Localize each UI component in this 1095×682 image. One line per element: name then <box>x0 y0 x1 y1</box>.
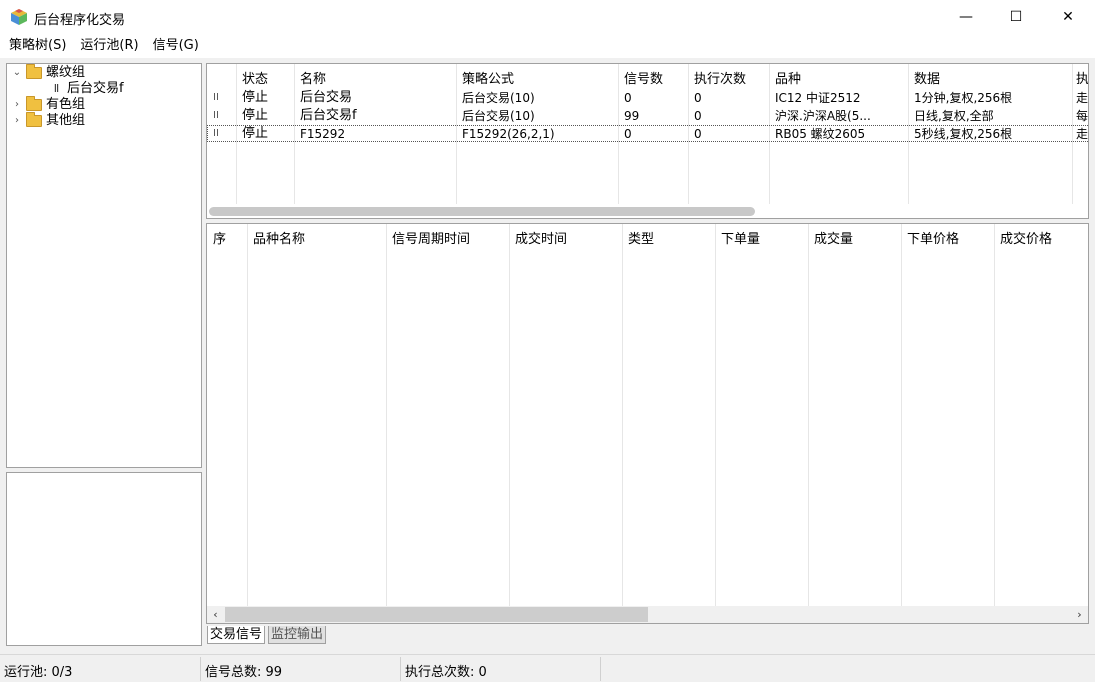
col-header-symbol[interactable]: 品种 <box>775 68 801 87</box>
col-header-fill-time[interactable]: 成交时间 <box>515 228 567 247</box>
cell-status: 停止 <box>242 126 269 141</box>
cell-symbol: IC12 中证2512 <box>775 91 861 105</box>
col-header-type[interactable]: 类型 <box>628 228 654 247</box>
menu-strategy-tree[interactable]: 策略树(S) <box>2 34 73 58</box>
grid-divider <box>715 224 716 606</box>
scrollbar-thumb[interactable] <box>225 607 648 622</box>
cell-signals: 0 <box>624 91 632 105</box>
tree-group-label: 有色组 <box>46 97 86 112</box>
app-icon <box>11 9 27 25</box>
grid-divider <box>386 224 387 606</box>
cell-name: 后台交易f <box>300 108 357 123</box>
cell-data: 5秒线,复权,256根 <box>914 127 1013 141</box>
strategy-tree[interactable]: ⌄ 螺纹组 II 后台交易f › 有色组 › 其他组 <box>6 63 202 468</box>
status-divider <box>400 657 401 681</box>
col-header-symbol-name[interactable]: 品种名称 <box>253 228 305 247</box>
status-run-pool: 运行池: 0/3 <box>4 665 73 680</box>
cell-formula: 后台交易(10) <box>462 109 535 123</box>
pause-icon[interactable]: II <box>213 126 219 142</box>
tab-monitor-output[interactable]: 监控输出 <box>268 626 327 644</box>
grid-divider <box>994 224 995 606</box>
col-header-name[interactable]: 名称 <box>300 68 326 87</box>
tree-group-label: 螺纹组 <box>46 65 86 80</box>
col-header-signal-time[interactable]: 信号周期时间 <box>392 228 470 247</box>
close-button[interactable]: ✕ <box>1045 0 1091 34</box>
grid-divider <box>509 224 510 606</box>
cell-runs: 0 <box>694 127 702 141</box>
folder-icon <box>26 112 42 127</box>
tree-item-strategy[interactable]: II 后台交易f <box>49 81 124 97</box>
tree-item-label: 后台交易f <box>67 81 124 96</box>
folder-icon <box>26 64 42 79</box>
maximize-button[interactable]: ☐ <box>993 0 1039 34</box>
pause-icon[interactable]: II <box>213 108 219 124</box>
cell-exec: 走 <box>1076 127 1089 141</box>
menu-run-pool[interactable]: 运行池(R) <box>73 34 145 58</box>
menu-bar: 策略树(S) 运行池(R) 信号(G) <box>0 34 1095 58</box>
window-title: 后台程序化交易 <box>34 13 126 28</box>
cell-formula: F15292(26,2,1) <box>462 127 555 141</box>
tree-group-label: 其他组 <box>46 113 86 128</box>
scroll-right-icon[interactable]: › <box>1071 606 1088 623</box>
tab-trade-signals[interactable]: 交易信号 <box>207 626 266 644</box>
cell-runs: 0 <box>694 91 702 105</box>
tree-group-rebar[interactable]: ⌄ 螺纹组 <box>11 64 86 81</box>
cell-signals: 99 <box>624 109 640 123</box>
collapse-arrow-icon[interactable]: › <box>11 97 23 113</box>
col-header-order-price[interactable]: 下单价格 <box>907 228 959 247</box>
pause-icon: II <box>53 82 60 95</box>
grid-divider <box>901 224 902 606</box>
grid-divider <box>808 224 809 606</box>
grid-divider <box>247 224 248 606</box>
col-header-runs[interactable]: 执行次数 <box>694 68 746 87</box>
cell-exec: 走 <box>1076 91 1089 105</box>
tree-group-nonferrous[interactable]: › 有色组 <box>11 96 86 113</box>
strategy-grid[interactable]: 状态 名称 策略公式 信号数 执行次数 品种 数据 执 II 停止 后台交易 后… <box>206 63 1089 219</box>
col-header-data[interactable]: 数据 <box>914 68 940 87</box>
cell-symbol: 沪深.沪深A股(5... <box>775 109 871 123</box>
pause-icon[interactable]: II <box>213 90 219 106</box>
title-bar: 后台程序化交易 — ☐ ✕ <box>0 0 1095 34</box>
expand-arrow-icon[interactable]: ⌄ <box>11 65 23 81</box>
scroll-left-icon[interactable]: ‹ <box>207 606 224 623</box>
minimize-button[interactable]: — <box>943 0 989 34</box>
cell-data: 日线,复权,全部 <box>914 109 994 123</box>
col-header-fill-qty[interactable]: 成交量 <box>814 228 853 247</box>
menu-signal[interactable]: 信号(G) <box>146 34 206 58</box>
cell-data: 1分钟,复权,256根 <box>914 91 1013 105</box>
cell-name: 后台交易 <box>300 90 353 105</box>
detail-pane <box>6 472 202 646</box>
trade-signal-grid[interactable]: 序 品种名称 信号周期时间 成交时间 类型 下单量 成交量 下单价格 成交价格 … <box>206 223 1089 624</box>
horizontal-scrollbar[interactable] <box>209 207 755 216</box>
col-header-status[interactable]: 状态 <box>242 68 268 87</box>
cell-runs: 0 <box>694 109 702 123</box>
cell-formula: 后台交易(10) <box>462 91 535 105</box>
grid-divider <box>622 224 623 606</box>
cell-name: F15292 <box>300 127 346 141</box>
cell-signals: 0 <box>624 127 632 141</box>
col-header-formula[interactable]: 策略公式 <box>462 68 514 87</box>
col-header-exec[interactable]: 执 <box>1076 68 1088 87</box>
folder-icon <box>26 96 42 111</box>
status-signal-total: 信号总数: 99 <box>205 665 283 680</box>
tree-group-other[interactable]: › 其他组 <box>11 112 86 129</box>
status-run-total: 执行总次数: 0 <box>405 665 487 680</box>
col-header-index[interactable]: 序 <box>213 228 226 247</box>
cell-symbol: RB05 螺纹2605 <box>775 127 866 141</box>
status-divider <box>600 657 601 681</box>
status-divider <box>200 657 201 681</box>
col-header-order-qty[interactable]: 下单量 <box>721 228 760 247</box>
cell-exec: 每 <box>1076 109 1089 123</box>
collapse-arrow-icon[interactable]: › <box>11 113 23 129</box>
col-header-signals[interactable]: 信号数 <box>624 68 663 87</box>
col-header-fill-price[interactable]: 成交价格 <box>1000 228 1052 247</box>
horizontal-scrollbar[interactable]: ‹ › <box>207 606 1088 623</box>
cell-status: 停止 <box>242 108 269 123</box>
status-bar: 运行池: 0/3 信号总数: 99 执行总次数: 0 <box>0 654 1095 682</box>
cell-status: 停止 <box>242 90 269 105</box>
